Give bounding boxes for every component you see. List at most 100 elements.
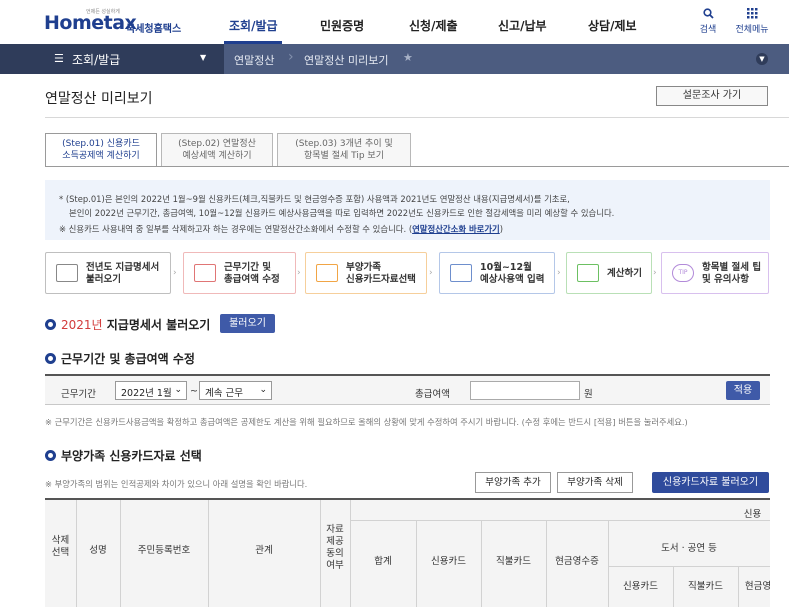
col-rrn: 주민등록번호 xyxy=(137,545,191,556)
hamburger-icon: ☰ xyxy=(54,52,64,65)
col-relation: 관계 xyxy=(255,545,273,556)
section-bullet-icon xyxy=(45,450,56,461)
delete-family-button[interactable]: 부양가족 삭제 xyxy=(557,472,633,493)
all-menu-button[interactable]: 전체메뉴 xyxy=(732,8,772,35)
family-card-table: 삭제 선택 성명 주민등록번호 관계 자료 제공 동의 여부 신용 합계 신용카드 직불… xyxy=(45,498,770,607)
favorite-star-icon[interactable]: ★ xyxy=(403,51,413,64)
chevron-down-icon: ⌄ xyxy=(259,385,267,395)
col-credit-card: 신용카드 xyxy=(431,556,466,567)
apply-button[interactable]: 적용 xyxy=(726,381,760,400)
tab-step-02-line2: 예상세액 계산하기 xyxy=(182,151,252,161)
tab-step-01-line1: (Step.01) 신용카드 xyxy=(62,139,140,149)
nav-item-consult[interactable]: 상담/제보 xyxy=(588,17,637,34)
breadcrumb-year-end[interactable]: 연말정산 xyxy=(234,52,274,68)
section-family-card-text: 부양가족 신용카드자료 선택 xyxy=(61,449,202,463)
tab-step-03-line1: (Step.03) 3개년 추이 및 xyxy=(295,139,393,149)
calculator-icon xyxy=(577,264,599,282)
arrow-right-icon: › xyxy=(429,268,433,278)
tab-step-02[interactable]: (Step.02) 연말정산 예상세액 계산하기 xyxy=(161,133,273,167)
nav-item-filing[interactable]: 신고/납부 xyxy=(498,17,547,34)
section-load-title-text: 지급명세서 불러오기 xyxy=(102,318,211,332)
process-step-tips: TIP 항목별 절세 팁및 유의사항 xyxy=(661,252,769,294)
search-label: 검색 xyxy=(699,25,717,35)
arrow-right-icon: › xyxy=(297,268,301,278)
col-cash-receipt: 현금영수증 xyxy=(555,556,599,567)
monitor-icon xyxy=(316,264,338,282)
tip-badge-icon: TIP xyxy=(672,264,694,282)
add-family-button[interactable]: 부양가족 추가 xyxy=(475,472,551,493)
col-debit-card: 직불카드 xyxy=(496,556,531,567)
top-header: 언제든 성실하게 Hometax 국세청홈택스 조회/발급 민원증명 신청/제출… xyxy=(0,0,789,44)
col-delete-select-l1: 삭제 xyxy=(51,535,70,546)
card-icon xyxy=(450,264,472,282)
process-step-2-line1: 근무기간 및 xyxy=(224,262,272,273)
category-selector[interactable]: ☰ 조회/발급 ▼ xyxy=(0,44,224,74)
expand-down-icon[interactable]: ▼ xyxy=(756,53,768,65)
process-step-load-statement: 전년도 지급명세서 불러오기 xyxy=(45,252,171,294)
title-divider xyxy=(45,117,789,118)
chevron-down-icon: ⌄ xyxy=(174,385,182,395)
col-books-performance: 도서 · 공연 등 xyxy=(661,543,717,554)
process-step-1-line2: 불러오기 xyxy=(86,274,121,285)
arrow-right-icon: › xyxy=(557,268,561,278)
breadcrumb-preview[interactable]: 연말정산 미리보기 xyxy=(304,52,388,68)
col-delete-select-l2: 선택 xyxy=(51,547,70,558)
search-icon xyxy=(688,8,728,22)
arrow-right-icon: › xyxy=(173,268,177,278)
load-card-data-button[interactable]: 신용카드자료 불러오기 xyxy=(652,472,769,493)
tab-step-03[interactable]: (Step.03) 3개년 추이 및 항목별 절세 Tip 보기 xyxy=(277,133,411,167)
process-step-4-line1: 10월~12월 xyxy=(480,262,532,273)
process-step-4-line2: 예상사용액 입력 xyxy=(480,274,545,285)
section-edit-period-text: 근무기간 및 총급여액 수정 xyxy=(61,352,195,366)
salary-label: 총급여액 xyxy=(415,389,450,400)
period-label: 근무기간 xyxy=(61,389,96,400)
process-step-5-line1: 계산하기 xyxy=(607,268,642,279)
col-total: 합계 xyxy=(374,556,392,567)
period-start-select[interactable]: 2022년 1월 ⌄ xyxy=(115,381,187,400)
info-line-3-suffix: ) xyxy=(499,224,504,234)
period-salary-row: 근무기간 2022년 1월 ⌄ ~ 계속 근무 ⌄ 총급여액 원 적용 xyxy=(45,374,770,405)
tab-step-01[interactable]: (Step.01) 신용카드 소득공제액 계산하기 xyxy=(45,133,157,167)
period-tilde: ~ xyxy=(190,386,198,397)
tab-step-02-line1: (Step.02) 연말정산 xyxy=(178,139,256,149)
process-step-2-line2: 총급여액 수정 xyxy=(224,274,280,285)
page-title: 연말정산 미리보기 xyxy=(45,91,153,107)
nav-item-inquiry[interactable]: 조회/발급 xyxy=(229,17,278,34)
section-bullet-icon xyxy=(45,353,56,364)
info-line-1: * (Step.01)은 본인의 2022년 1월~9월 신용카드(체크,직불카… xyxy=(59,194,570,204)
col-provide-l3: 동의 xyxy=(326,548,344,559)
simplified-service-link[interactable]: 연말정산간소화 바로가기 xyxy=(412,224,500,234)
col-name: 성명 xyxy=(89,545,107,556)
process-step-input-estimate: 10월~12월 예상사용액 입력 xyxy=(439,252,555,294)
employment-status-select[interactable]: 계속 근무 ⌄ xyxy=(199,381,272,400)
col-provide-l4: 여부 xyxy=(326,560,344,571)
process-step-edit-period: 근무기간 및 총급여액 수정 xyxy=(183,252,296,294)
document-icon xyxy=(56,264,78,282)
section-bullet-icon xyxy=(45,319,56,330)
caret-down-icon: ▼ xyxy=(200,53,207,62)
nav-item-certificate[interactable]: 민원증명 xyxy=(320,17,364,34)
col-books-cash: 현금영 xyxy=(744,581,770,592)
sub-nav-bar: ☰ 조회/발급 ▼ 연말정산 › 연말정산 미리보기 ★ ▼ xyxy=(0,44,789,74)
process-step-1-line1: 전년도 지급명세서 xyxy=(86,262,160,273)
survey-button[interactable]: 설문조사 가기 xyxy=(656,86,768,106)
info-line-2: 본인이 2022년 근무기간, 총급여액, 10월~12월 신용카드 예상사용금… xyxy=(69,208,615,218)
all-menu-label: 전체메뉴 xyxy=(735,25,769,35)
process-step-calculate: 계산하기 xyxy=(566,252,652,294)
salary-input[interactable] xyxy=(470,381,580,400)
process-step-3-line1: 부양가족 xyxy=(346,262,381,273)
process-step-select-family: 부양가족 신용카드자료선택 xyxy=(305,252,427,294)
period-note: ※ 근무기간은 신용카드사용금액을 확정하고 총급여액은 공제한도 계산을 위해… xyxy=(45,417,688,427)
col-provide-l1: 자료 xyxy=(326,524,344,535)
col-books-debit: 직불카드 xyxy=(688,581,723,592)
col-delete-select: 삭제 선택 xyxy=(45,535,76,559)
load-statement-button[interactable]: 불러오기 xyxy=(220,314,275,333)
section-load-statement-title: 2021년 지급명세서 불러오기 xyxy=(45,316,210,333)
process-step-3-line2: 신용카드자료선택 xyxy=(346,274,416,285)
search-button[interactable]: 검색 xyxy=(688,8,728,35)
salary-unit: 원 xyxy=(584,389,593,400)
tab-baseline xyxy=(45,166,789,167)
nav-item-application[interactable]: 신청/제출 xyxy=(409,17,458,34)
process-step-6-line1: 항목별 절세 팁 xyxy=(702,262,762,273)
tab-step-01-line2: 소득공제액 계산하기 xyxy=(62,151,140,161)
